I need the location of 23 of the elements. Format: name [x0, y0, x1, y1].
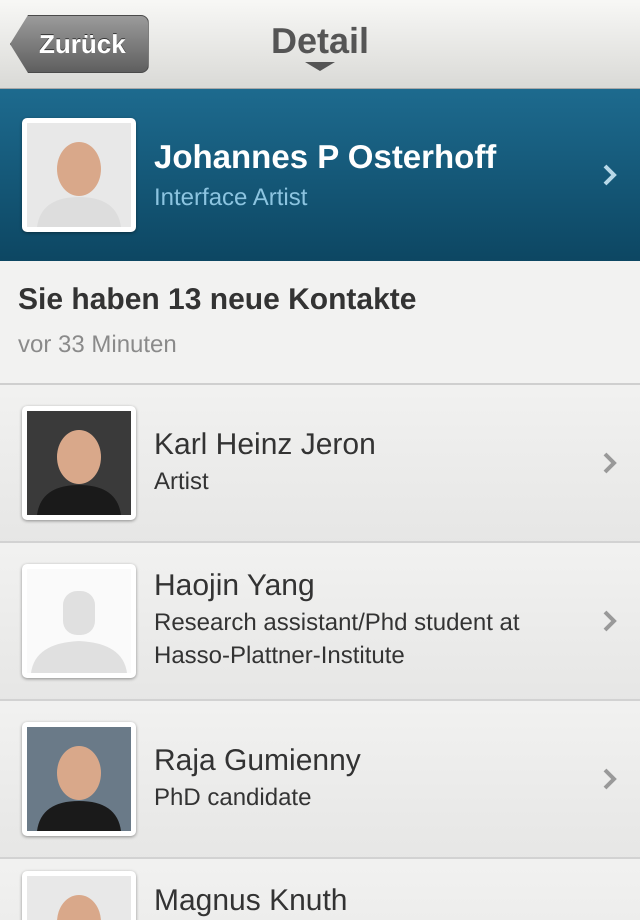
contact-row[interactable]: Karl Heinz Jeron Artist — [0, 385, 640, 543]
chevron-icon — [602, 767, 618, 791]
profile-header[interactable]: Johannes P Osterhoff Interface Artist — [0, 89, 640, 261]
contact-title: Artist — [154, 466, 210, 496]
chevron-icon — [602, 451, 618, 475]
contact-name: Raja Gumienny — [154, 744, 362, 776]
back-button[interactable]: Zurück — [10, 15, 149, 73]
contact-name: Magnus Knuth — [154, 885, 348, 917]
notification-time: vor 33 Minuten — [18, 331, 178, 359]
contact-title: Research assistant/Phd student at Hasso-Plattner-Institute — [154, 608, 521, 671]
chevron-icon — [602, 609, 618, 633]
contact-name: Karl Heinz Jeron — [154, 428, 377, 460]
contact-row[interactable]: Haojin Yang Research assistant/Phd student at Hasso-Plattner-Institute — [0, 543, 640, 701]
contact-row[interactable]: Raja Gumienny PhD candidate — [0, 701, 640, 859]
page-title: Detail — [270, 20, 370, 62]
contact-row[interactable]: Magnus Knuth — [0, 859, 640, 920]
profile-title: Interface Artist — [154, 184, 308, 212]
chevron-icon — [602, 163, 618, 187]
contact-title: PhD candidate — [154, 782, 312, 812]
dropdown-caret-icon — [305, 62, 335, 71]
profile-name: Johannes P Osterhoff — [154, 138, 498, 176]
contact-name: Haojin Yang — [154, 570, 316, 602]
notification-title: Sie haben 13 neue Kontakte — [18, 283, 418, 317]
